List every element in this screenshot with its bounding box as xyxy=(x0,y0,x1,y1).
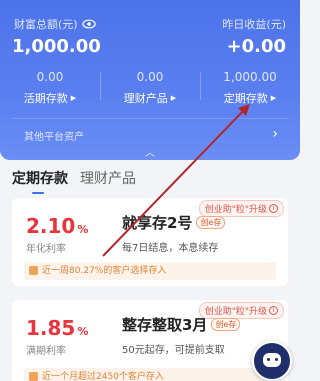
eye-icon[interactable] xyxy=(81,17,96,31)
product-name: 整存整取3月 创e存 xyxy=(122,314,241,335)
total-wealth-label: 财富总额(元) xyxy=(14,18,78,31)
triangle-right-icon: ▶ xyxy=(70,94,77,102)
yesterday-earnings-value: +0.00 xyxy=(226,36,287,57)
assistant-robot-button[interactable] xyxy=(252,341,292,381)
product-badge: 创e存 xyxy=(196,216,226,229)
info-icon: i xyxy=(269,204,278,213)
other-platform-assets-link[interactable]: 其他平台资产 xyxy=(24,128,84,143)
rate-label: 满期利率 xyxy=(26,346,66,357)
total-wealth-value: 1,000.00 xyxy=(12,36,101,57)
demand-deposit-value: 0.00 xyxy=(36,70,64,84)
time-deposit-value: 1,000.00 xyxy=(223,70,277,84)
triangle-right-icon: ▶ xyxy=(270,94,277,102)
coin-icon xyxy=(29,372,38,381)
coin-icon xyxy=(29,266,38,275)
interest-rate: 1.85% xyxy=(26,316,89,340)
product-card[interactable]: 创业助"粒"升级 i 1.85% 满期利率 整存整取3月 创e存 50元起存，可… xyxy=(12,300,288,381)
customer-notice: 近一个月超过2450个客户存入 xyxy=(24,368,276,381)
time-deposit-label: 定期存款 xyxy=(223,92,268,105)
product-description: 每7日结息，本息续存 xyxy=(122,243,219,254)
tab-time-deposit[interactable]: 定期存款 xyxy=(12,168,68,194)
asset-breakdown: 0.00 活期存款 ▶ 0.00 理财产品 ▶ 1,000.00 定期存款 ▶ xyxy=(0,70,300,106)
time-deposit-item[interactable]: 1,000.00 定期存款 ▶ xyxy=(200,70,300,106)
triangle-right-icon: ▶ xyxy=(170,94,177,102)
total-wealth-label-row: 财富总额(元) xyxy=(14,16,96,32)
robot-icon xyxy=(263,353,281,367)
info-icon: i xyxy=(269,306,278,315)
product-name: 就享存2号 创e存 xyxy=(122,212,226,233)
assets-card: 财富总额(元) 昨日收益(元) 1,000.00 +0.00 0.00 活期存款… xyxy=(0,0,300,160)
tab-wealth-products[interactable]: 理财产品 xyxy=(80,168,136,194)
product-card[interactable]: 创业助"粒"升级 i 2.10% 年化利率 就享存2号 创e存 每7日结息，本息… xyxy=(12,198,288,286)
chevron-up-icon[interactable]: ︿ xyxy=(145,144,155,159)
customer-notice: 近一周80.27%的客户选择存入 xyxy=(24,262,276,280)
wealth-products-label: 理财产品 xyxy=(123,92,168,105)
wealth-products-value: 0.00 xyxy=(136,70,164,84)
interest-rate: 2.10% xyxy=(26,214,89,238)
product-tabs: 定期存款 理财产品 xyxy=(12,168,136,194)
rate-label: 年化利率 xyxy=(26,244,66,255)
chevron-right-icon[interactable]: › xyxy=(272,126,278,142)
demand-deposit-label: 活期存款 xyxy=(23,92,68,105)
wealth-products-item[interactable]: 0.00 理财产品 ▶ xyxy=(100,70,200,106)
demand-deposit-item[interactable]: 0.00 活期存款 ▶ xyxy=(0,70,100,106)
divider xyxy=(12,118,288,119)
product-description: 50元起存，可提前支取 xyxy=(122,345,225,356)
product-badge: 创e存 xyxy=(211,318,241,331)
yesterday-earnings-label: 昨日收益(元) xyxy=(222,18,286,31)
